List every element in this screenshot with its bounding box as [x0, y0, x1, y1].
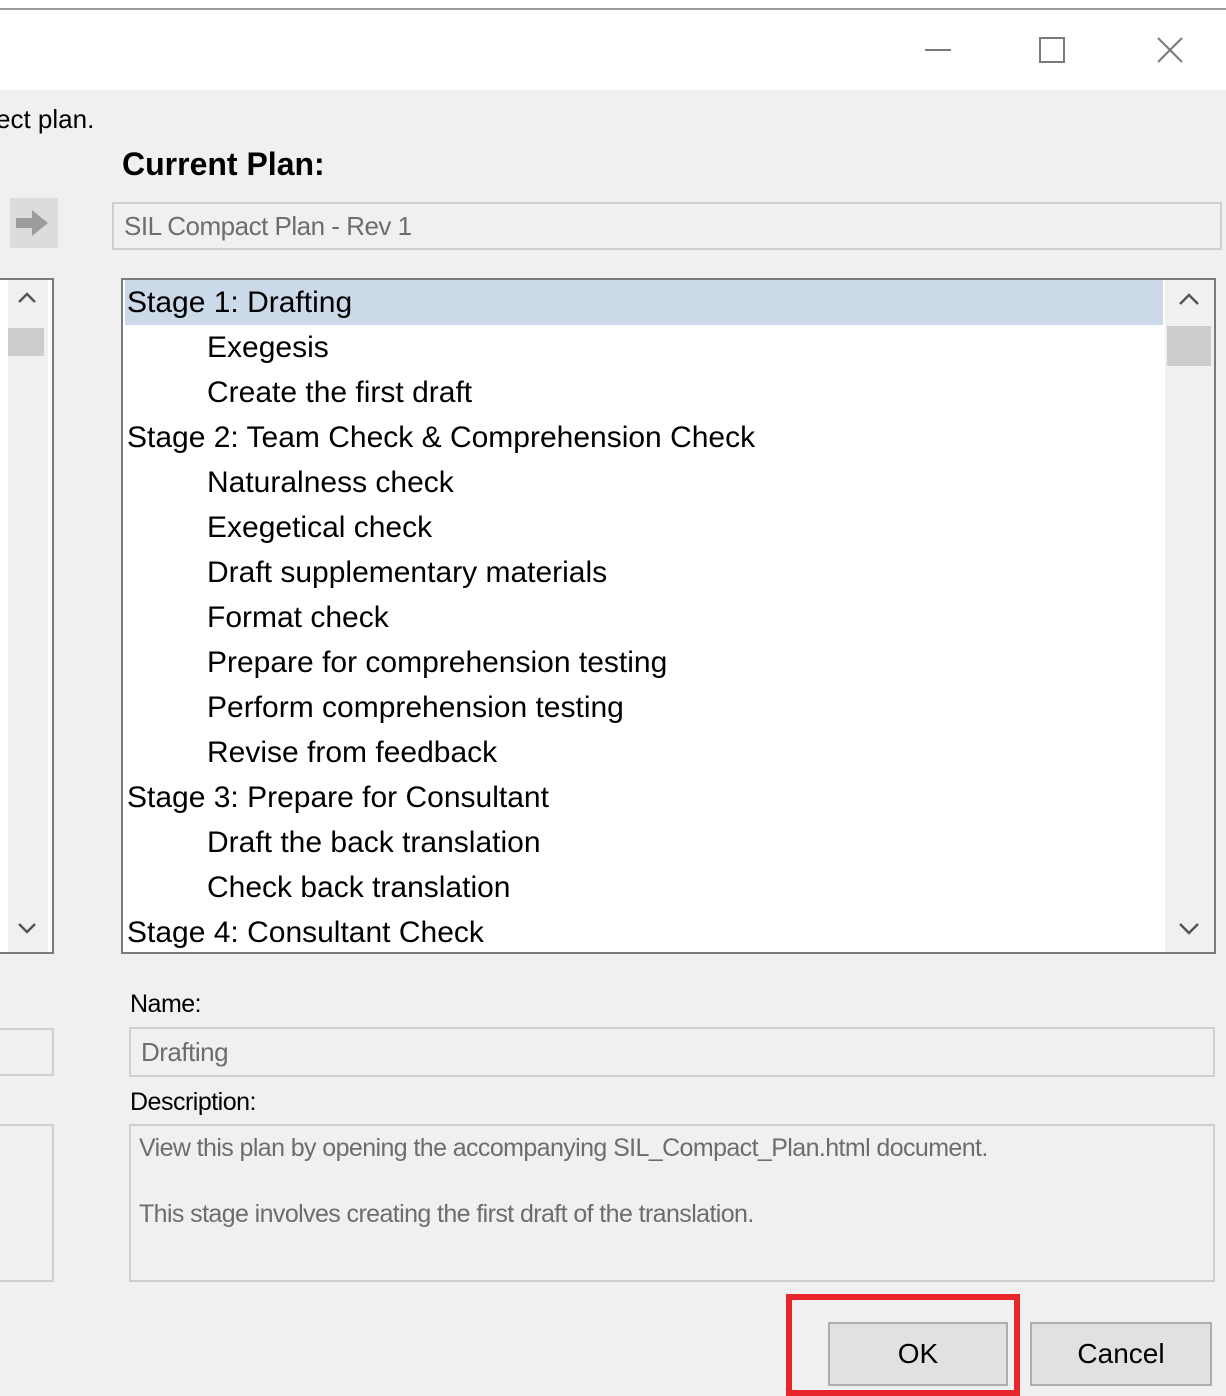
current-plan-value: SIL Compact Plan - Rev 1: [124, 210, 412, 241]
tree-task-item[interactable]: Exegesis: [125, 325, 329, 370]
minimize-button[interactable]: [908, 22, 968, 78]
plan-tree[interactable]: Stage 1: Drafting Exegesis Create the firs…: [121, 278, 1216, 954]
left-scrollbar[interactable]: [8, 280, 48, 952]
tree-stage-item[interactable]: Stage 2: Team Check & Comprehension Chec…: [125, 415, 755, 460]
close-icon: [1157, 37, 1183, 63]
tree-task-item[interactable]: Revise from feedback: [125, 730, 497, 775]
scroll-down-icon[interactable]: [16, 920, 38, 936]
instruction-text: ect plan.: [0, 104, 95, 134]
description-label: Description:: [130, 1088, 257, 1116]
tree-task-item[interactable]: Format check: [125, 595, 389, 640]
tree-task-item[interactable]: Prepare for comprehension testing: [125, 640, 667, 685]
scroll-down-icon[interactable]: [1177, 920, 1201, 938]
left-name-field: [0, 1028, 54, 1076]
tree-task-item[interactable]: Naturalness check: [125, 460, 454, 505]
tree-stage-item[interactable]: Stage 1: Drafting: [125, 280, 1163, 325]
dialog-body: ect plan. Current Plan: SIL Compact Plan…: [0, 90, 1226, 1396]
cancel-button[interactable]: Cancel: [1030, 1322, 1212, 1386]
tree-task-item[interactable]: Check back translation: [125, 865, 511, 910]
plan-tree-scroll-thumb[interactable]: [1167, 326, 1211, 366]
scroll-up-icon[interactable]: [1177, 290, 1201, 308]
window-top-border: [0, 8, 1226, 10]
tree-stage-item[interactable]: Stage 3: Prepare for Consultant: [125, 775, 549, 820]
title-bar: [0, 0, 1226, 90]
ok-highlight-box: [786, 1294, 1020, 1396]
name-label: Name:: [130, 990, 202, 1018]
plan-tree-scrollbar[interactable]: [1165, 280, 1214, 952]
name-value: Drafting: [141, 1036, 229, 1067]
current-plan-heading: Current Plan:: [122, 146, 325, 182]
description-line: This stage involves creating the first d…: [139, 1200, 754, 1228]
tree-stage-item[interactable]: Stage 4: Consultant Check: [125, 910, 484, 952]
name-field[interactable]: Drafting: [129, 1027, 1215, 1077]
left-description-field: [0, 1124, 54, 1282]
left-scroll-thumb[interactable]: [8, 328, 44, 356]
tree-task-item[interactable]: Draft the back translation: [125, 820, 541, 865]
maximize-icon: [1039, 37, 1065, 63]
close-button[interactable]: [1140, 22, 1200, 78]
description-line: View this plan by opening the accompanyi…: [139, 1134, 988, 1162]
tree-task-item[interactable]: Exegetical check: [125, 505, 432, 550]
tree-task-item[interactable]: Create the first draft: [125, 370, 472, 415]
tree-task-item[interactable]: Perform comprehension testing: [125, 685, 624, 730]
available-plans-list[interactable]: [0, 278, 54, 954]
scroll-up-icon[interactable]: [16, 290, 38, 306]
minimize-icon: [925, 49, 951, 51]
description-field[interactable]: View this plan by opening the accompanyi…: [129, 1124, 1215, 1282]
current-plan-field: SIL Compact Plan - Rev 1: [112, 202, 1222, 250]
arrow-right-icon: [16, 210, 48, 236]
copy-plan-button[interactable]: [10, 198, 58, 248]
maximize-button[interactable]: [1022, 22, 1082, 78]
tree-task-item[interactable]: Draft supplementary materials: [125, 550, 607, 595]
